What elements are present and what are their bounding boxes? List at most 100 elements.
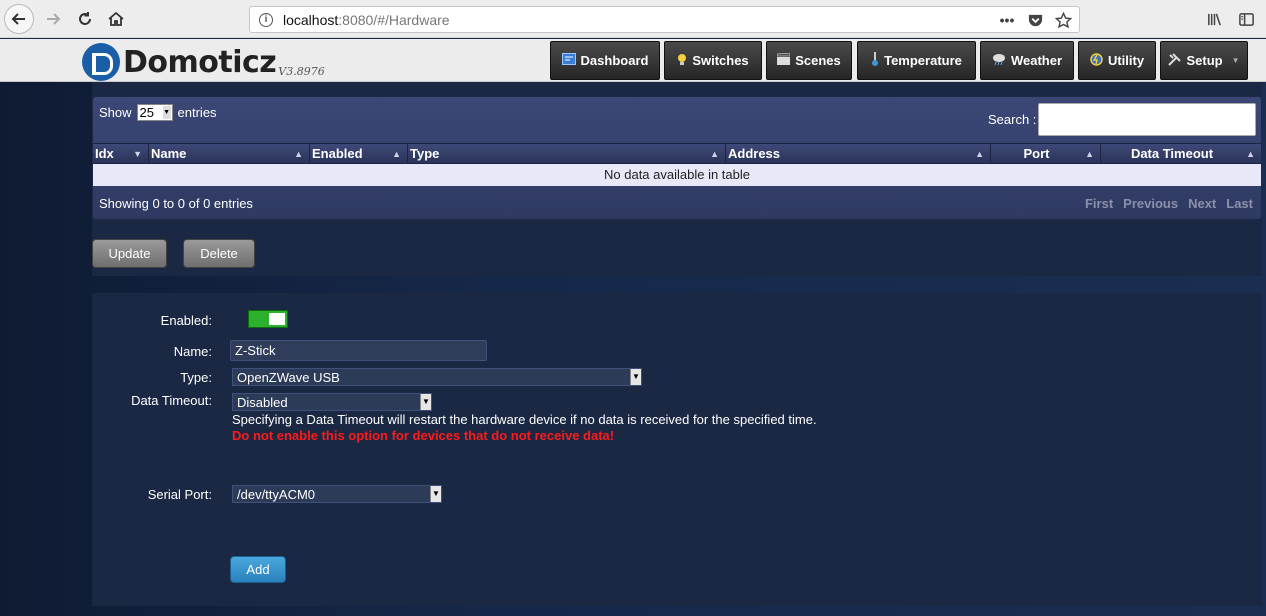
nav-utility-label: Utility bbox=[1107, 53, 1145, 68]
table-header: Idx ▼ Name ▲ Enabled ▲ Type ▲ Address ▲ Port ▲… bbox=[93, 143, 1261, 164]
column-idx[interactable]: Idx ▼ bbox=[93, 144, 149, 164]
column-enabled[interactable]: Enabled ▲ bbox=[310, 144, 408, 164]
column-data-timeout[interactable]: Data Timeout ▲ bbox=[1101, 144, 1261, 164]
tools-icon bbox=[1168, 52, 1182, 69]
nav-scenes[interactable]: Scenes bbox=[766, 41, 852, 80]
nav-setup[interactable]: Setup ▼ bbox=[1160, 41, 1248, 80]
data-timeout-help: Specifying a Data Timeout will restart t… bbox=[232, 412, 817, 427]
nav-temperature[interactable]: Temperature bbox=[857, 41, 976, 80]
column-label: Port bbox=[1023, 146, 1050, 161]
url-text: localhost:8080/#/Hardware bbox=[283, 12, 450, 28]
column-label: Idx bbox=[95, 146, 114, 161]
browser-toolbar: i localhost:8080/#/Hardware ••• bbox=[0, 0, 1266, 38]
page-next-button[interactable]: Next bbox=[1184, 193, 1220, 214]
dashboard-icon bbox=[561, 53, 576, 68]
nav-weather-label: Weather bbox=[1010, 53, 1063, 68]
back-button[interactable] bbox=[4, 4, 34, 34]
delete-button[interactable]: Delete bbox=[183, 239, 255, 268]
home-icon bbox=[108, 11, 124, 26]
entries-select[interactable]: 25 ▼ bbox=[136, 104, 173, 121]
serial-port-label: Serial Port: bbox=[147, 487, 212, 502]
column-address[interactable]: Address ▲ bbox=[726, 144, 991, 164]
column-type[interactable]: Type ▲ bbox=[408, 144, 726, 164]
table-info: Showing 0 to 0 of 0 entries bbox=[99, 196, 253, 211]
hardware-table: Show 25 ▼ entries Search : Idx ▼ Name ▲ En… bbox=[92, 96, 1262, 220]
nav-dashboard[interactable]: Dashboard bbox=[550, 41, 660, 80]
select-arrow-icon: ▼ bbox=[420, 394, 431, 410]
version-label: V3.8976 bbox=[278, 65, 325, 78]
page-last-button[interactable]: Last bbox=[1222, 193, 1257, 214]
update-button[interactable]: Update bbox=[92, 239, 167, 268]
data-timeout-label: Data Timeout: bbox=[131, 393, 212, 408]
sort-desc-icon: ▼ bbox=[133, 149, 142, 159]
arrow-right-icon bbox=[47, 13, 61, 25]
search-label: Search : bbox=[988, 112, 1037, 127]
serial-port-value: /dev/ttyACM0 bbox=[237, 487, 316, 502]
nav-utility[interactable]: Utility bbox=[1078, 41, 1156, 80]
sort-icon: ▲ bbox=[294, 149, 303, 159]
page-previous-button[interactable]: Previous bbox=[1119, 193, 1182, 214]
name-label: Name: bbox=[173, 344, 212, 359]
column-name[interactable]: Name ▲ bbox=[149, 144, 310, 164]
sidebar-icon[interactable] bbox=[1236, 9, 1256, 29]
page-first-button[interactable]: First bbox=[1081, 193, 1117, 214]
domoticz-logo[interactable]: Domoticz V3.8976 bbox=[82, 43, 325, 81]
enabled-toggle[interactable] bbox=[248, 310, 288, 328]
app-header: Domoticz V3.8976 Dashboard Switches Scen… bbox=[0, 39, 1266, 82]
nav-switches[interactable]: Switches bbox=[664, 41, 762, 80]
sort-icon: ▲ bbox=[710, 149, 719, 159]
column-label: Enabled bbox=[312, 146, 363, 161]
caret-down-icon: ▼ bbox=[1231, 56, 1240, 65]
pocket-icon[interactable] bbox=[1025, 10, 1045, 30]
logo-text: Domoticz bbox=[123, 45, 277, 80]
type-label: Type: bbox=[180, 370, 212, 385]
nav-scenes-label: Scenes bbox=[795, 53, 841, 68]
nav-temperature-label: Temperature bbox=[884, 53, 962, 68]
column-label: Address bbox=[728, 146, 781, 161]
clapper-icon bbox=[776, 52, 791, 68]
data-timeout-warning: Do not enable this option for devices th… bbox=[232, 428, 615, 443]
sort-icon: ▲ bbox=[1246, 149, 1255, 159]
lightbulb-icon bbox=[677, 53, 687, 69]
nav-dashboard-label: Dashboard bbox=[580, 53, 649, 68]
serial-port-select[interactable]: /dev/ttyACM0 ▼ bbox=[232, 485, 442, 503]
address-bar[interactable]: i localhost:8080/#/Hardware ••• bbox=[249, 6, 1080, 33]
reload-icon bbox=[79, 12, 91, 25]
select-arrow-icon: ▼ bbox=[162, 106, 171, 119]
select-arrow-icon: ▼ bbox=[430, 486, 441, 502]
reload-button[interactable] bbox=[70, 4, 100, 34]
column-label: Name bbox=[151, 146, 187, 161]
cloud-rain-icon bbox=[992, 53, 1006, 68]
sort-icon: ▲ bbox=[392, 149, 401, 159]
sort-icon: ▲ bbox=[1085, 149, 1094, 159]
entries-value: 25 bbox=[139, 105, 154, 120]
pagination: First Previous Next Last bbox=[1081, 193, 1257, 214]
column-port[interactable]: Port ▲ bbox=[991, 144, 1101, 164]
forward-button[interactable] bbox=[38, 4, 68, 34]
nav-weather[interactable]: Weather bbox=[980, 41, 1074, 80]
data-timeout-value: Disabled bbox=[237, 395, 288, 410]
home-button[interactable] bbox=[101, 4, 131, 34]
show-entries: Show 25 ▼ entries bbox=[99, 104, 217, 121]
enabled-label: Enabled: bbox=[160, 313, 212, 328]
info-icon[interactable]: i bbox=[259, 13, 273, 27]
search-input[interactable] bbox=[1038, 103, 1256, 136]
column-label: Type bbox=[410, 146, 440, 161]
library-icon[interactable] bbox=[1204, 9, 1224, 29]
arrow-left-icon bbox=[11, 13, 25, 25]
data-timeout-select[interactable]: Disabled ▼ bbox=[232, 393, 432, 411]
show-label: Show bbox=[99, 105, 132, 120]
page-actions-icon[interactable]: ••• bbox=[997, 10, 1017, 30]
name-input[interactable]: Z-Stick bbox=[230, 340, 487, 361]
logo-icon bbox=[82, 43, 120, 81]
select-arrow-icon: ▼ bbox=[630, 369, 641, 385]
add-button[interactable]: Add bbox=[230, 556, 286, 583]
type-select[interactable]: OpenZWave USB ▼ bbox=[232, 368, 642, 386]
bookmark-star-icon[interactable] bbox=[1053, 10, 1073, 30]
nav-setup-label: Setup bbox=[1186, 53, 1223, 68]
thermometer-icon bbox=[871, 52, 879, 69]
type-value: OpenZWave USB bbox=[237, 370, 340, 385]
nav-switches-label: Switches bbox=[692, 53, 749, 68]
utility-icon bbox=[1090, 52, 1103, 69]
empty-table-row: No data available in table bbox=[93, 164, 1261, 186]
